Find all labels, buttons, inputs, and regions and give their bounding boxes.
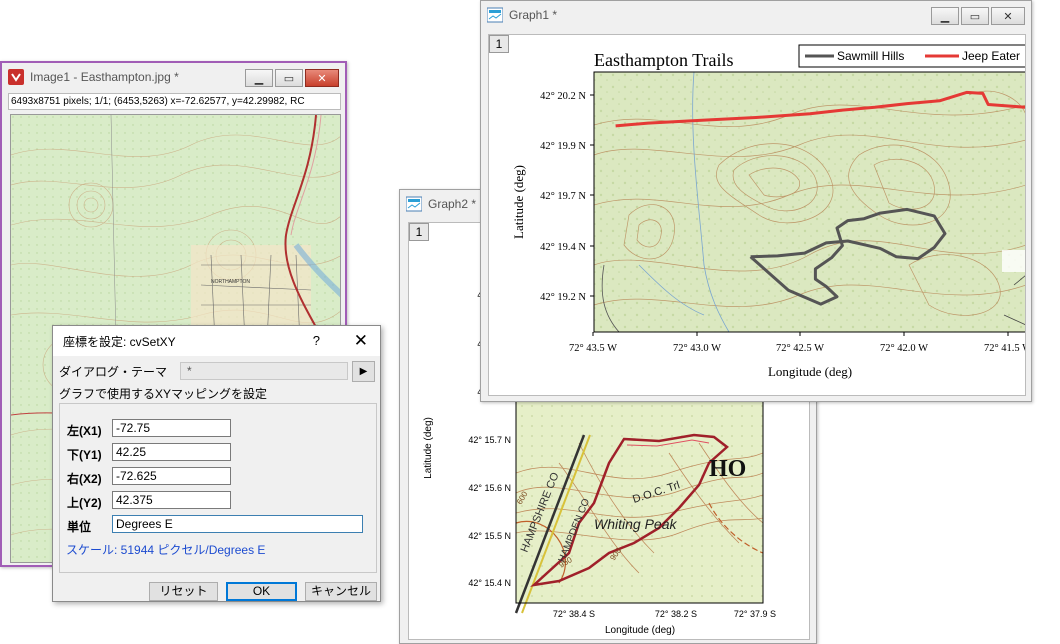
y-tick-label: 42° 19.4 N [540,242,586,253]
unit-label: 単位 [67,520,92,534]
top-y2-label: 上(Y2) [67,496,102,510]
x-tick-label: 72° 41.5 W [984,343,1026,354]
x-tick-label: 72° 43.5 W [569,343,617,354]
graph1-legend[interactable]: Sawmill Hills Jeep Eater [798,44,1026,68]
minimize-button[interactable]: ▁ [931,7,959,25]
mapping-group: 左(X1) 下(Y1) 右(X2) 上(Y2) 単位 スケール: 51944 ピ… [59,403,377,573]
y-tick-label: 42° 15.6 N [468,483,511,493]
help-icon[interactable]: ? [313,333,320,348]
scale-text: スケール: 51944 ピクセル/Degrees E [66,543,266,557]
graph1-title: Graph1 * [509,8,558,22]
graph1-window-controls: ▁ ▭ ✕ [931,7,1025,25]
ok-button[interactable]: OK [226,582,297,601]
theme-label: ダイアログ・テーマ [59,365,168,379]
graph1-page[interactable]: 1 42° 19.2 N 42° 19.4 N 42° 19.7 N 42° 1… [488,34,1026,396]
close-button[interactable]: ✕ [305,69,339,87]
maximize-button[interactable]: ▭ [275,69,303,87]
x-tick-label: 72° 38.2 S [655,609,697,619]
y-tick-label: 42° 19.2 N [540,292,586,303]
x-tick-label: 72° 38.4 S [553,609,595,619]
y-tick-label: 42° 15.7 N [468,435,511,445]
y-tick-label: 42° 15.5 N [468,531,511,541]
graph2-x-axis-title: Longitude (deg) [605,625,675,636]
image-window-title: Image1 - Easthampton.jpg * [30,70,179,84]
graph1-x-axis-title: Longitude (deg) [768,364,852,379]
graph1-window[interactable]: Graph1 * ▁ ▭ ✕ 1 42° 19.2 N 42° 19.4 N 4… [480,0,1032,402]
graph2-title: Graph2 * [428,197,477,211]
dialog-description: グラフで使用するXYマッピングを設定 [59,387,268,401]
maximize-button[interactable]: ▭ [961,7,989,25]
set-xy-dialog[interactable]: 座標を設定: cvSetXY ? ✕ ダイアログ・テーマ * ▶ グラフで使用す… [52,325,381,602]
graph-app-icon [486,7,504,23]
image-info-bar: 6493x8751 pixels; 1/1; (6453,5263) x=-72… [8,93,341,110]
dialog-title: 座標を設定: cvSetXY [63,334,176,349]
left-x1-input[interactable] [112,419,231,437]
dialog-titlebar[interactable]: 座標を設定: cvSetXY [53,326,380,356]
close-icon[interactable]: ✕ [354,331,368,351]
cancel-button[interactable]: キャンセル [305,582,377,601]
graph-app-icon [405,196,423,212]
right-x2-label: 右(X2) [67,472,102,486]
right-x2-input[interactable] [112,467,231,485]
map-label-peak: Whiting Peak [594,516,677,532]
y-tick-label: 42° 15.4 N [468,578,511,588]
y-tick-label: 42° 20.2 N [540,91,586,102]
unit-input[interactable] [112,515,363,533]
svg-text:NORTHAMPTON: NORTHAMPTON [211,279,250,285]
close-button[interactable]: ✕ [991,7,1025,25]
image-window-controls: ▁ ▭ ✕ [245,69,339,87]
theme-arrow-button[interactable]: ▶ [352,361,375,382]
legend-label-sawmill: Sawmill Hills [837,49,904,63]
y-tick-label: 42° 19.7 N [540,191,586,202]
graph1-y-axis-title: Latitude (deg) [511,165,526,239]
theme-dropdown[interactable]: * [180,362,348,380]
graph1-chart-title: Easthampton Trails [594,50,734,70]
x-tick-label: 72° 43.0 W [673,343,721,354]
minimize-button[interactable]: ▁ [245,69,273,87]
x-tick-label: 72° 42.0 W [880,343,928,354]
left-x1-label: 左(X1) [67,424,102,438]
legend-label-jeep: Jeep Eater [962,49,1020,63]
bottom-y1-input[interactable] [112,443,231,461]
graph2-y-axis-title: Latitude (deg) [423,417,434,479]
map-label-ho: HO [709,456,746,482]
x-tick-label: 72° 42.5 W [776,343,824,354]
top-y2-input[interactable] [112,491,231,509]
reset-button[interactable]: リセット [149,582,218,601]
bottom-y1-label: 下(Y1) [67,448,102,462]
y-tick-label: 42° 19.9 N [540,141,586,152]
x-tick-label: 72° 37.9 S [734,609,776,619]
image-app-icon [8,69,24,85]
